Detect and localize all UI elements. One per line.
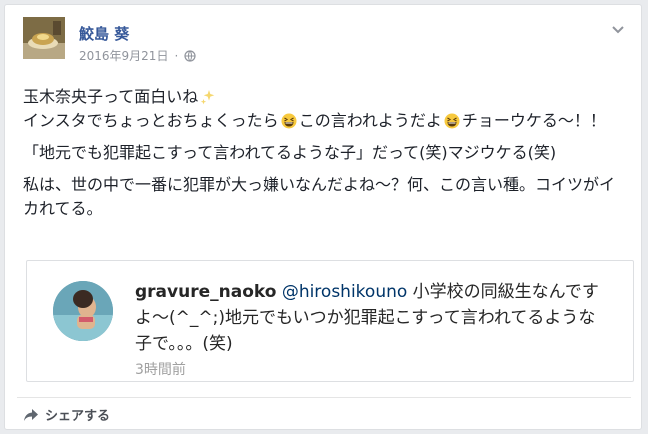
comment-mention[interactable]: @hiroshikouno bbox=[282, 282, 407, 302]
actions-divider bbox=[17, 397, 631, 398]
post-line-5: 私は、世の中で一番に犯罪が大っ嫌いなんだよね〜？何、この言い種。コイツがイカれて… bbox=[23, 175, 616, 218]
instagram-comment-embed[interactable]: gravure_naoko @hiroshikouno 小学校の同級生なんですよ… bbox=[26, 260, 634, 382]
meta-separator: · bbox=[174, 48, 179, 63]
post-line-1: 玉木奈央子って面白いね bbox=[23, 85, 623, 109]
chevron-down-icon[interactable] bbox=[611, 25, 625, 35]
author-name[interactable]: 鮫島 葵 bbox=[79, 23, 129, 44]
sparkles-icon bbox=[201, 90, 215, 105]
share-button[interactable]: シェアする bbox=[23, 405, 110, 424]
post-paragraph-2: 「地元でも犯罪起こすって言われてるような子」だって(笑)マジウケる(笑) bbox=[23, 141, 623, 165]
grinning-squint-face-icon bbox=[281, 113, 297, 129]
post-paragraph-3: 私は、世の中で一番に犯罪が大っ嫌いなんだよね〜？何、この言い種。コイツがイカれて… bbox=[23, 173, 623, 221]
post-card: 鮫島 葵 2016年9月21日 · 玉木奈央子って面白いね インスタでちょっとお… bbox=[4, 4, 642, 430]
author-avatar[interactable] bbox=[23, 17, 65, 59]
share-label: シェアする bbox=[45, 409, 111, 424]
commenter-avatar[interactable] bbox=[53, 281, 113, 341]
post-body: 玉木奈央子って面白いね インスタでちょっとおちょくったら この言われようだよ チ… bbox=[23, 85, 623, 229]
commenter-username[interactable]: gravure_naoko bbox=[135, 282, 276, 302]
post-line-4: 「地元でも犯罪起こすって言われてるような子」だって(笑)マジウケる(笑) bbox=[23, 143, 557, 162]
post-paragraph-1: 玉木奈央子って面白いね インスタでちょっとおちょくったら この言われようだよ チ… bbox=[23, 85, 623, 133]
post-meta: 2016年9月21日 · bbox=[79, 47, 196, 64]
post-line-2: インスタでちょっとおちょくったら この言われようだよ チョーウケる〜！！ bbox=[23, 111, 606, 130]
post-date[interactable]: 2016年9月21日 bbox=[79, 47, 168, 64]
share-arrow-icon bbox=[24, 408, 38, 421]
grinning-squint-face-icon bbox=[444, 113, 460, 129]
post-header: 鮫島 葵 2016年9月21日 · bbox=[23, 17, 625, 73]
comment-text: gravure_naoko @hiroshikouno 小学校の同級生なんですよ… bbox=[135, 279, 605, 357]
comment-timestamp: 3時間前 bbox=[135, 362, 186, 378]
globe-icon[interactable] bbox=[184, 49, 196, 62]
